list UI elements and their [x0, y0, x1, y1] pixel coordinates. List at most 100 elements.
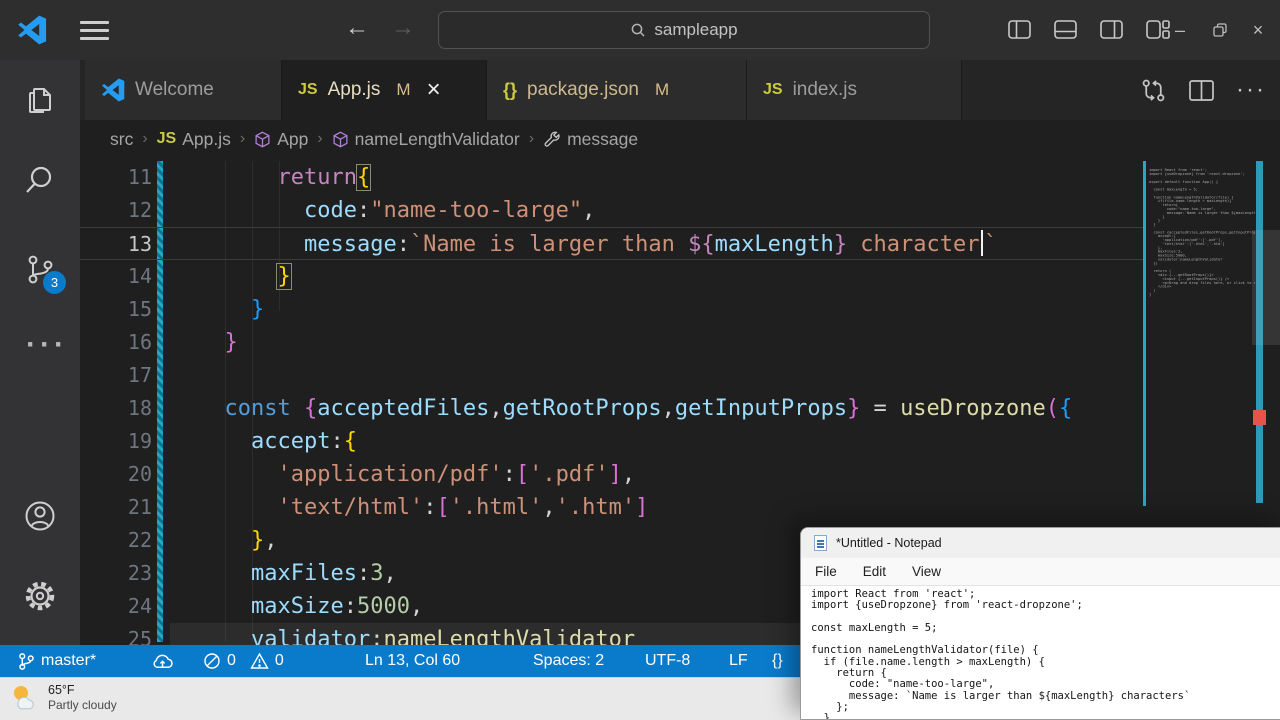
breadcrumb-appjs[interactable]: JS App.js [157, 129, 231, 150]
tab-close-icon[interactable]: × [427, 78, 441, 102]
overview-ruler-error [1253, 410, 1266, 425]
source-control-icon[interactable]: 3 [22, 252, 66, 294]
tab-strip: Welcome JS App.js M × {} package.json M … [80, 60, 1280, 120]
notepad-editor[interactable]: import React from 'react'; import {useDr… [801, 586, 1280, 719]
tab-packagejson[interactable]: {} package.json M [487, 60, 747, 120]
menu-hamburger-icon[interactable] [80, 21, 109, 40]
line-number: 19 [127, 429, 152, 453]
weather-temp: 65°F [48, 682, 75, 697]
code-line-13[interactable]: 13 message:`Name is larger than ${maxLen… [80, 227, 1145, 260]
json-file-icon: {} [503, 79, 518, 100]
vscode-logo-icon [18, 15, 47, 45]
toggle-sidebar-icon[interactable] [1008, 20, 1031, 39]
code-line-16[interactable]: 16 } [80, 326, 1145, 359]
line-text: return{ [277, 164, 372, 191]
additional-views-icon[interactable]: ··· [26, 328, 64, 364]
nav-forward-icon[interactable]: → [388, 14, 418, 42]
more-actions-icon[interactable]: ··· [1236, 76, 1266, 104]
line-text: } [224, 330, 238, 355]
code-line-17[interactable]: 17 [80, 359, 1145, 392]
command-center-search[interactable]: sampleapp [438, 11, 930, 49]
search-sidebar-icon[interactable] [22, 162, 58, 198]
explorer-icon[interactable] [22, 82, 58, 118]
toggle-secondary-sidebar-icon[interactable] [1100, 20, 1123, 39]
tab-appjs[interactable]: JS App.js M × [282, 60, 487, 120]
code-line-15[interactable]: 15 } [80, 293, 1145, 326]
notepad-menu-file[interactable]: File [815, 564, 837, 579]
line-text: const {acceptedFiles,getRootProps,getInp… [224, 396, 1073, 421]
js-file-icon: JS [763, 81, 783, 98]
problems-status[interactable]: 0 0 [203, 645, 284, 677]
language-mode-status[interactable]: {} [772, 645, 783, 677]
window-minimize-button[interactable]: – [1160, 0, 1200, 60]
git-branch-icon [19, 652, 34, 670]
line-number: 20 [127, 462, 152, 486]
symbol-function-icon [255, 131, 270, 147]
symbol-function-icon [333, 131, 348, 147]
line-number: 17 [127, 363, 152, 387]
notepad-titlebar[interactable]: *Untitled - Notepad [801, 528, 1280, 558]
encoding-status[interactable]: UTF-8 [645, 645, 690, 677]
errors-icon [204, 653, 220, 669]
code-line-14[interactable]: 14 } [80, 260, 1145, 293]
code-line-11[interactable]: 11 return{ [80, 161, 1145, 194]
breadcrumb-app[interactable]: App [254, 129, 308, 150]
weather-desc: Partly cloudy [48, 697, 117, 712]
settings-gear-icon[interactable] [22, 578, 58, 614]
line-number: 25 [127, 627, 152, 645]
line-text: message:`Name is larger than ${maxLength… [303, 230, 998, 257]
breadcrumb-namelengthvalidator[interactable]: nameLengthValidator [332, 129, 520, 150]
line-text: 'text/html':['.html','.htm'] [277, 495, 649, 520]
minimap-content: import React from 'react'; import {useDr… [1149, 167, 1255, 297]
line-number: 15 [127, 297, 152, 321]
tab-label: App.js [327, 79, 381, 100]
cloud-upload-icon [153, 654, 173, 668]
code-line-12[interactable]: 12 code:"name-too-large", [80, 194, 1145, 227]
search-icon [632, 23, 645, 37]
open-changes-icon[interactable] [1140, 77, 1167, 104]
activity-bar: 3 ··· [0, 60, 80, 645]
window-close-button[interactable]: × [1238, 0, 1278, 60]
notepad-menu-view[interactable]: View [912, 564, 941, 579]
nav-back-icon[interactable]: ← [342, 14, 372, 42]
breadcrumb-message[interactable]: message [543, 129, 638, 150]
breadcrumb: src › JS App.js › App › nameLengthValida… [80, 120, 1280, 158]
warnings-icon [250, 652, 269, 669]
breadcrumb-src[interactable]: src [110, 129, 133, 150]
line-number: 11 [127, 165, 152, 189]
line-number: 23 [127, 561, 152, 585]
split-editor-icon[interactable] [1189, 79, 1214, 101]
code-line-20[interactable]: 20 'application/pdf':['.pdf'], [80, 458, 1145, 491]
account-icon[interactable] [22, 498, 58, 534]
git-branch-status[interactable]: master* [18, 645, 96, 677]
code-line-18[interactable]: 18 const {acceptedFiles,getRootProps,get… [80, 392, 1145, 425]
tab-welcome[interactable]: Welcome [85, 60, 282, 120]
toggle-panel-icon[interactable] [1054, 20, 1077, 39]
line-text: 'application/pdf':['.pdf'], [277, 462, 636, 487]
window-restore-button[interactable] [1200, 0, 1240, 60]
notepad-title: *Untitled - Notepad [836, 536, 942, 550]
weather-widget[interactable]: 65°F Partly cloudy [8, 681, 117, 713]
line-text: accept:{ [250, 429, 357, 454]
indentation-status[interactable]: Spaces: 2 [533, 645, 604, 677]
tab-label: package.json [527, 79, 639, 100]
code-line-21[interactable]: 21 'text/html':['.html','.htm'] [80, 491, 1145, 524]
symbol-property-wrench-icon [544, 131, 560, 147]
code-line-19[interactable]: 19 accept:{ [80, 425, 1145, 458]
editor-scrollbar[interactable] [1252, 230, 1280, 345]
text-cursor [980, 230, 984, 256]
vscode-file-icon [101, 78, 125, 102]
eol-status[interactable]: LF [729, 645, 748, 677]
notepad-menubar: File Edit View [801, 558, 1280, 586]
cursor-position-status[interactable]: Ln 13, Col 60 [365, 645, 460, 677]
tab-indexjs[interactable]: JS index.js [747, 60, 962, 120]
restore-icon [1213, 23, 1227, 37]
notepad-menu-edit[interactable]: Edit [863, 564, 886, 579]
js-file-icon: JS [156, 130, 177, 147]
modified-badge: M [654, 80, 670, 99]
line-number: 22 [127, 528, 152, 552]
sync-publish-status[interactable] [152, 645, 173, 677]
line-text: maxSize:5000, [250, 594, 424, 619]
line-text: } [250, 297, 265, 322]
line-text: maxFiles:3, [250, 561, 397, 586]
